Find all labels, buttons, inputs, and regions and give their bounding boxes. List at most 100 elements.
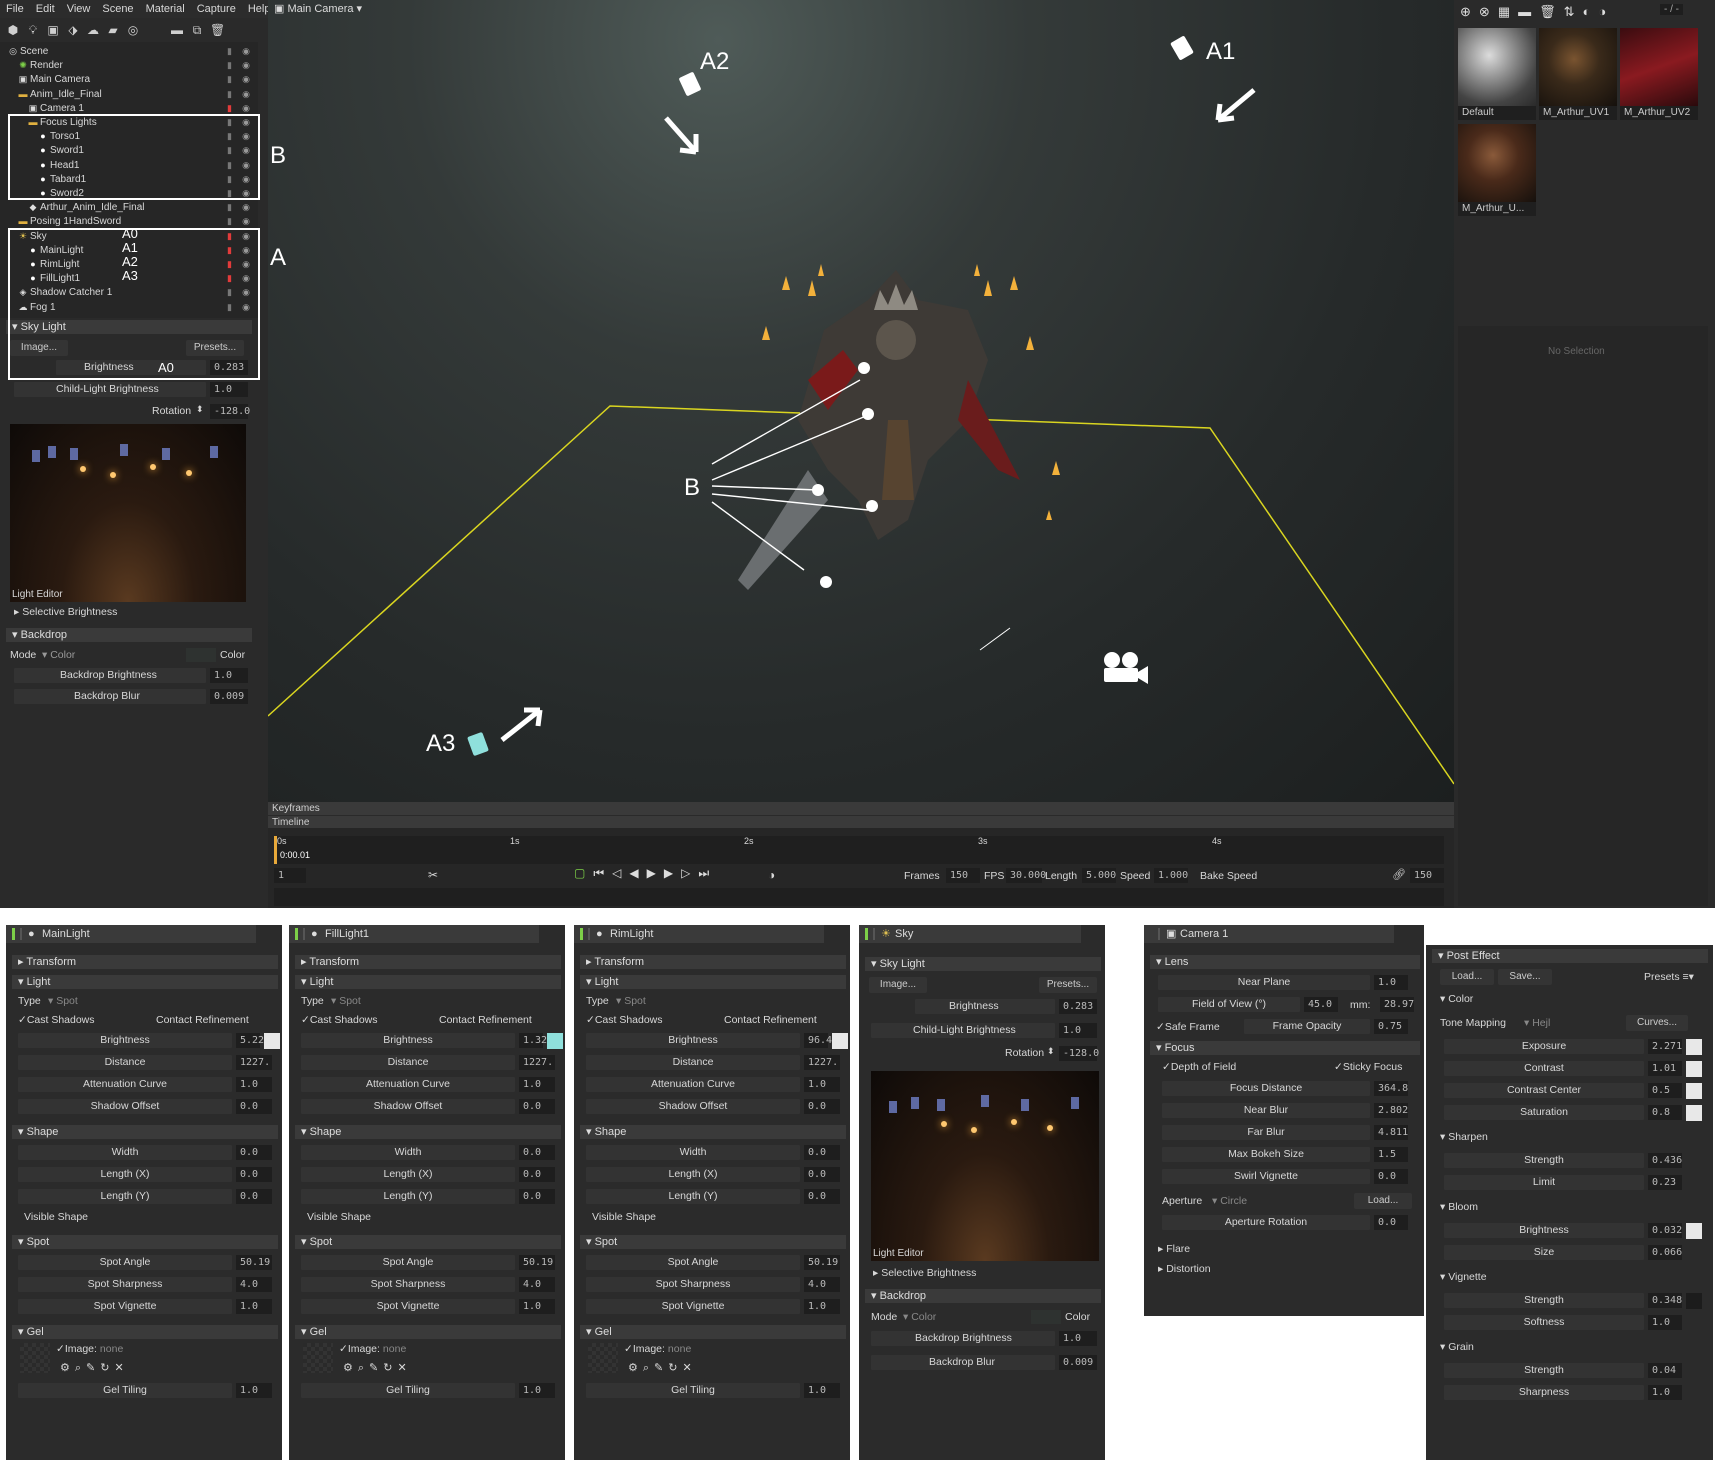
gear-icon[interactable]: ⚙: [343, 1362, 353, 1374]
spot-section[interactable]: ▾ Spot: [295, 1235, 561, 1249]
magnifier-icon[interactable]: ⌕: [75, 1362, 81, 1374]
next-frame-icon[interactable]: ▶: [664, 866, 673, 881]
post-save-button[interactable]: Save...: [1498, 969, 1552, 985]
light-section[interactable]: ▾ Light: [12, 975, 278, 989]
gel-tiling-value[interactable]: 1.0: [804, 1383, 840, 1398]
gel-image-checkbox[interactable]: ✓Image: none: [624, 1343, 691, 1355]
rotation-stepper-icon[interactable]: ⬍: [196, 404, 204, 415]
light-tab[interactable]: ● FillLight1: [289, 925, 539, 943]
near-plane-value[interactable]: 1.0: [1374, 975, 1408, 990]
menu-edit[interactable]: Edit: [30, 3, 61, 15]
brightness-value[interactable]: 1.328: [519, 1033, 553, 1048]
attenuation-curve-value[interactable]: 1.0: [236, 1077, 272, 1092]
mm-value[interactable]: 28.97: [1380, 997, 1414, 1012]
grain-subsection[interactable]: ▾ Grain: [1440, 1341, 1474, 1353]
spot-vignette-value[interactable]: 1.0: [804, 1299, 840, 1314]
length-x-value[interactable]: 0.0: [804, 1167, 840, 1182]
shadow-offset-value[interactable]: 0.0: [804, 1099, 840, 1114]
first-frame-icon[interactable]: ⏮: [593, 866, 604, 881]
backdrop-section[interactable]: ▾ Backdrop: [865, 1289, 1101, 1303]
tone-mapping-dropdown[interactable]: ▾ Hejl: [1524, 1017, 1550, 1029]
contrast-color-swatch[interactable]: [1686, 1061, 1702, 1077]
visible-shape-checkbox[interactable]: Visible Shape: [592, 1211, 656, 1223]
outliner-row[interactable]: ▣ Main Camera ▮ ◉: [0, 72, 258, 86]
type-dropdown[interactable]: ▾ Spot: [616, 995, 646, 1007]
backdrop-brightness-value[interactable]: 1.0: [1059, 1331, 1097, 1346]
presets-button[interactable]: Presets...: [1039, 977, 1097, 993]
aperture-dropdown[interactable]: ▾ Circle: [1212, 1195, 1247, 1207]
outliner-row[interactable]: ▬ Anim_Idle_Final ▮ ◉: [0, 87, 258, 101]
distance-value[interactable]: 1227.: [519, 1055, 555, 1070]
backdrop-section[interactable]: ▾ Backdrop: [6, 628, 252, 642]
cube-icon[interactable]: ⬢: [6, 23, 20, 37]
plane-add-icon[interactable]: ▰: [106, 23, 120, 37]
refresh-icon[interactable]: ↻: [668, 1362, 677, 1374]
length-y-value[interactable]: 0.0: [804, 1189, 840, 1204]
safe-frame-checkbox[interactable]: ✓Safe Frame: [1156, 1021, 1220, 1033]
exposure-value[interactable]: 2.271: [1648, 1039, 1682, 1054]
3d-viewport[interactable]: ▣ Main Camera ▾ A2 A1 A3 B: [268, 0, 1454, 802]
length-x-value[interactable]: 0.0: [236, 1167, 272, 1182]
pencil-icon[interactable]: ✎: [86, 1362, 95, 1374]
trash-icon[interactable]: 🗑︎: [210, 23, 225, 37]
lens-section[interactable]: ▾ Lens: [1150, 955, 1420, 969]
eye-icon[interactable]: ◉: [242, 200, 250, 214]
camera-add-icon[interactable]: ▣: [46, 23, 60, 37]
lock-icon[interactable]: ▮: [227, 44, 232, 58]
eye-icon[interactable]: ◉: [242, 72, 250, 86]
playhead[interactable]: [274, 836, 277, 864]
backdrop-color-swatch[interactable]: [1031, 1310, 1061, 1324]
menu-view[interactable]: View: [61, 3, 97, 15]
swirl-vignette-value[interactable]: 0.0: [1374, 1169, 1408, 1184]
max-bokeh-size-value[interactable]: 1.5: [1374, 1147, 1408, 1162]
magnifier-icon[interactable]: ⌕: [358, 1362, 364, 1374]
frames-value[interactable]: 150: [946, 868, 980, 883]
hdri-preview[interactable]: Light Editor: [871, 1071, 1099, 1261]
close-icon[interactable]: ✕: [682, 1362, 691, 1374]
eye-icon[interactable]: ◉: [242, 44, 250, 58]
vignette-subsection[interactable]: ▾ Vignette: [1440, 1271, 1487, 1283]
sticky-focus-checkbox[interactable]: ✓Sticky Focus: [1334, 1061, 1402, 1073]
eye-icon[interactable]: ◉: [242, 58, 250, 72]
lock-icon[interactable]: ▮: [227, 58, 232, 72]
image-button[interactable]: Image...: [869, 977, 927, 993]
sharpen-limit-value[interactable]: 0.23: [1648, 1175, 1682, 1190]
focus-distance-value[interactable]: 364.8: [1374, 1081, 1408, 1096]
link-icon[interactable]: 🔗︎: [1392, 868, 1406, 881]
gel-tiling-value[interactable]: 1.0: [519, 1383, 555, 1398]
flare-section[interactable]: ▸ Flare: [1158, 1243, 1190, 1255]
play-icon[interactable]: ▶: [647, 866, 656, 881]
visible-shape-checkbox[interactable]: Visible Shape: [307, 1211, 371, 1223]
aperture-load-button[interactable]: Load...: [1354, 1193, 1412, 1209]
contact-refinement-checkbox[interactable]: Contact Refinement: [724, 1014, 817, 1026]
distance-value[interactable]: 1227.: [804, 1055, 840, 1070]
length-y-value[interactable]: 0.0: [236, 1189, 272, 1204]
keyframes-bar[interactable]: Keyframes: [268, 802, 1454, 815]
gear-icon[interactable]: ⚙: [60, 1362, 70, 1374]
gel-image-checkbox[interactable]: ✓Image: none: [56, 1343, 123, 1355]
curves-button[interactable]: Curves...: [1626, 1015, 1688, 1031]
lock-icon[interactable]: ▮: [227, 214, 232, 228]
vignette-strength-color-swatch[interactable]: [1686, 1293, 1702, 1309]
timeline-track[interactable]: 0s 1s 2s 3s 4s 0:00.01: [274, 836, 1444, 864]
frame-field[interactable]: 1: [274, 868, 306, 883]
rotation-value[interactable]: -128.0: [1059, 1046, 1099, 1061]
depth-of-field-checkbox[interactable]: ✓Depth of Field: [1162, 1061, 1236, 1073]
contrast-center-value[interactable]: 0.5: [1648, 1083, 1682, 1098]
material-thumb-uv2[interactable]: [1620, 28, 1698, 106]
hdri-preview[interactable]: Light Editor: [10, 424, 246, 602]
gel-tiling-value[interactable]: 1.0: [236, 1383, 272, 1398]
width-value[interactable]: 0.0: [519, 1145, 555, 1160]
distance-value[interactable]: 1227.: [236, 1055, 272, 1070]
rotation-value[interactable]: -128.0: [210, 404, 250, 419]
brightness-value[interactable]: 96.49: [804, 1033, 838, 1048]
add-icon[interactable]: ⊕: [1460, 4, 1471, 20]
menu-file[interactable]: File: [0, 3, 30, 15]
prev-frame-icon[interactable]: ◀: [629, 866, 638, 881]
timeline-bar[interactable]: Timeline: [268, 815, 1454, 828]
field-of-view-value[interactable]: 45.0: [1304, 997, 1338, 1012]
menu-scene[interactable]: Scene: [96, 3, 139, 15]
child-light-value[interactable]: 1.0: [210, 382, 248, 397]
attenuation-curve-value[interactable]: 1.0: [804, 1077, 840, 1092]
sphere-add-icon[interactable]: ◎: [126, 23, 140, 37]
